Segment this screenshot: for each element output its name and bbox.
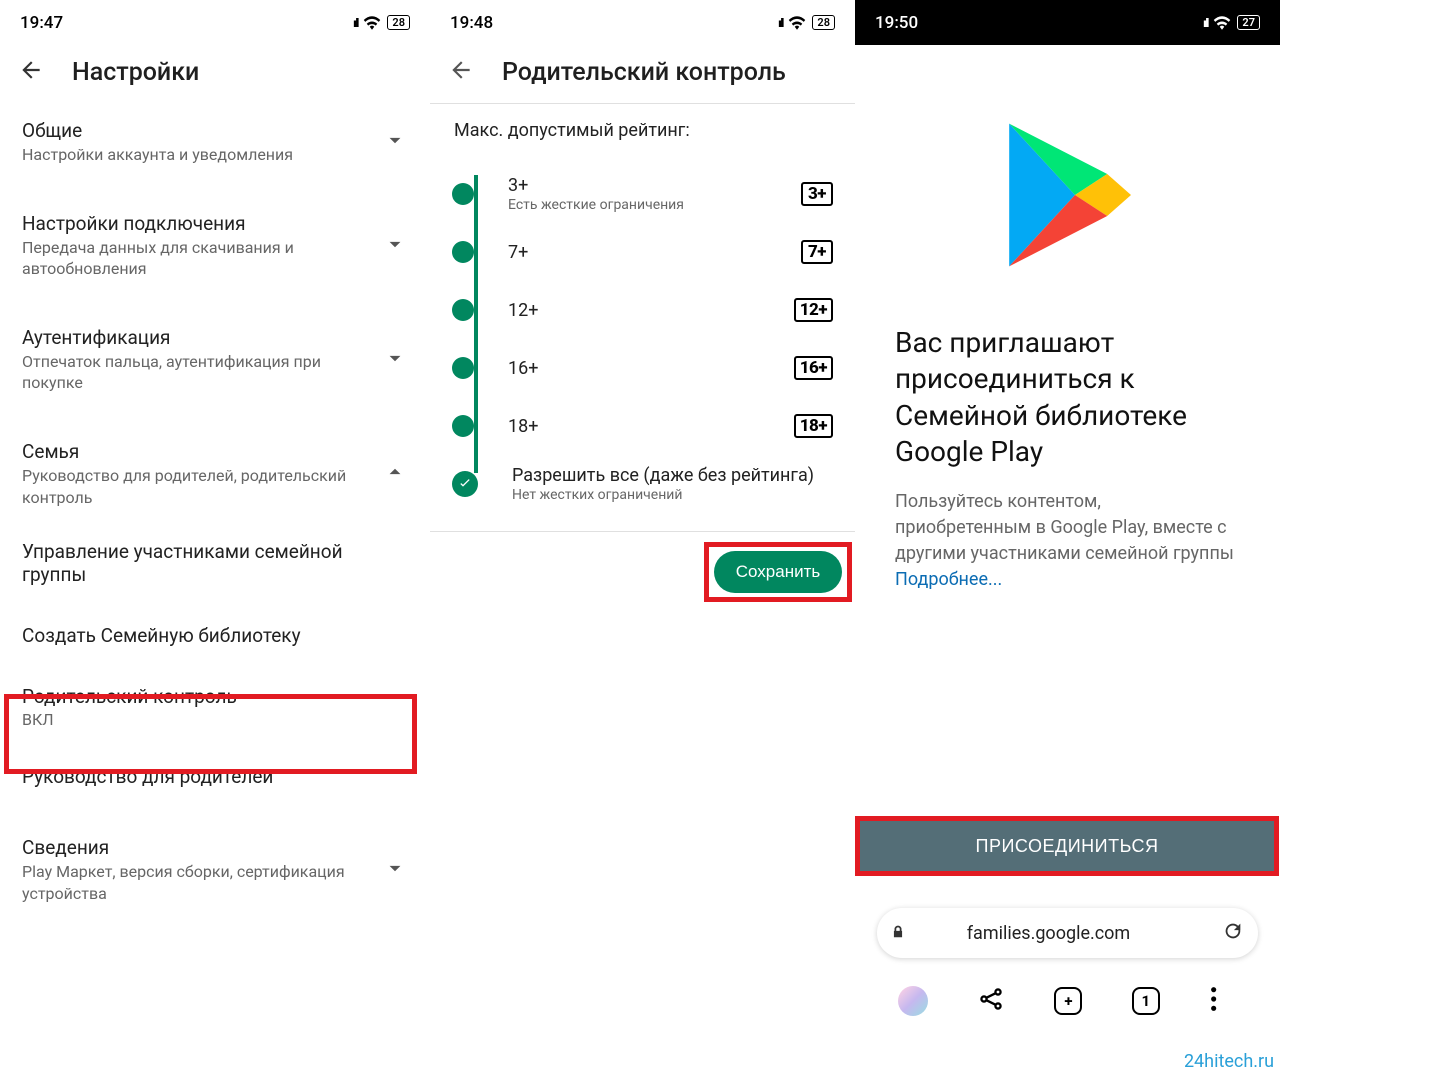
- chevron-down-icon: [382, 345, 408, 375]
- reload-icon[interactable]: [1222, 920, 1244, 947]
- wifi-icon: [363, 16, 381, 30]
- settings-item-about[interactable]: СведенияPlay Маркет, версия сборки, серт…: [0, 822, 430, 918]
- parental-pane: 19:48 ııll 28 Родительский контроль Макс…: [430, 0, 855, 1078]
- highlight-box: ПРИСОЕДИНИТЬСЯ: [855, 816, 1279, 876]
- chevron-down-icon: [382, 127, 408, 157]
- check-icon: [452, 471, 478, 497]
- tabs-icon[interactable]: 1: [1132, 987, 1160, 1015]
- highlight-box: Сохранить: [704, 542, 852, 602]
- save-button[interactable]: Сохранить: [714, 551, 842, 593]
- chevron-down-icon: [382, 231, 408, 261]
- rating-list: 3+Есть жесткие ограничения 3+ 7+ 7+ 12+ …: [430, 165, 855, 513]
- status-icons: ııll 28: [353, 15, 410, 30]
- join-button[interactable]: ПРИСОЕДИНИТЬСЯ: [860, 821, 1274, 871]
- chevron-up-icon: [382, 459, 408, 489]
- rating-option-16[interactable]: 16+ 16+: [452, 339, 833, 397]
- family-sub-create[interactable]: Создать Семейную библиотеку: [0, 606, 430, 667]
- wifi-icon: [788, 16, 806, 30]
- rating-option-all[interactable]: Разрешить все (даже без рейтинга)Нет жес…: [452, 455, 833, 513]
- family-sub-manage[interactable]: Управление участниками семейной группы: [0, 522, 430, 606]
- chevron-down-icon: [382, 855, 408, 885]
- status-bar: 19:47 ııll 28: [0, 0, 430, 45]
- rating-badge: 12+: [794, 298, 833, 322]
- wifi-icon: [1213, 16, 1231, 30]
- family-sub-parental[interactable]: Родительский контрольВКЛ: [0, 667, 430, 747]
- signal-icon: ııll: [1203, 16, 1207, 30]
- radio-dot: [452, 415, 474, 437]
- clock: 19:50: [875, 13, 918, 33]
- header: Настройки: [0, 45, 430, 105]
- family-sub-guide[interactable]: Руководство для родителей: [0, 747, 430, 808]
- page-title: Настройки: [72, 58, 199, 87]
- settings-item-general[interactable]: ОбщиеНастройки аккаунта и уведомления: [0, 105, 430, 180]
- signal-icon: ııll: [353, 16, 357, 30]
- header: Родительский контроль: [430, 45, 855, 104]
- radio-dot: [452, 183, 474, 205]
- signal-icon: ııll: [778, 16, 782, 30]
- battery-icon: 28: [812, 15, 835, 30]
- yandex-icon[interactable]: [898, 986, 928, 1016]
- status-icons: ııll 27: [1203, 15, 1260, 30]
- share-icon[interactable]: [977, 985, 1005, 1017]
- new-tab-icon[interactable]: +: [1054, 987, 1082, 1015]
- watermark: 24hitech.ru: [1184, 1051, 1274, 1072]
- rating-badge: 7+: [801, 240, 833, 264]
- status-icons: ııll 28: [778, 15, 835, 30]
- settings-item-auth[interactable]: АутентификацияОтпечаток пальца, аутентиф…: [0, 312, 430, 408]
- settings-item-family[interactable]: СемьяРуководство для родителей, родитель…: [0, 426, 430, 522]
- address-bar[interactable]: families.google.com: [877, 908, 1258, 958]
- more-link[interactable]: Подробнее...: [895, 569, 1002, 590]
- lock-icon: [891, 923, 905, 944]
- rating-option-18[interactable]: 18+ 18+: [452, 397, 833, 455]
- radio-dot: [452, 299, 474, 321]
- rating-badge: 3+: [801, 182, 833, 206]
- rating-option-12[interactable]: 12+ 12+: [452, 281, 833, 339]
- rating-badge: 18+: [794, 414, 833, 438]
- page-title: Родительский контроль: [502, 58, 786, 87]
- status-bar: 19:48 ııll 28: [430, 0, 855, 45]
- invite-pane: 19:50 ııll 27 Вас приглашают присоединит…: [855, 0, 1280, 1078]
- url-text: families.google.com: [915, 923, 1212, 944]
- status-bar: 19:50 ııll 27: [855, 0, 1280, 45]
- menu-icon[interactable]: [1209, 985, 1237, 1017]
- battery-icon: 28: [387, 15, 410, 30]
- settings-list: ОбщиеНастройки аккаунта и уведомления На…: [0, 105, 430, 918]
- rating-option-7[interactable]: 7+ 7+: [452, 223, 833, 281]
- clock: 19:48: [450, 13, 493, 33]
- invite-body: Пользуйтесь контентом, приобретенным в G…: [855, 489, 1280, 593]
- back-icon[interactable]: [18, 57, 44, 87]
- max-rating-label: Макс. допустимый рейтинг:: [430, 110, 855, 165]
- browser-nav: + 1: [855, 974, 1280, 1028]
- radio-dot: [452, 241, 474, 263]
- rating-badge: 16+: [794, 356, 833, 380]
- radio-dot: [452, 357, 474, 379]
- settings-item-connection[interactable]: Настройки подключенияПередача данных для…: [0, 198, 430, 294]
- play-logo-icon: [855, 45, 1280, 325]
- battery-icon: 27: [1237, 15, 1260, 30]
- rating-option-3[interactable]: 3+Есть жесткие ограничения 3+: [452, 165, 833, 223]
- rating-track: [474, 175, 478, 473]
- back-icon[interactable]: [448, 57, 474, 87]
- settings-pane: 19:47 ııll 28 Настройки ОбщиеНастройки а…: [0, 0, 430, 1078]
- invite-heading: Вас приглашают присоединиться к Семейной…: [855, 325, 1280, 489]
- clock: 19:47: [20, 13, 63, 33]
